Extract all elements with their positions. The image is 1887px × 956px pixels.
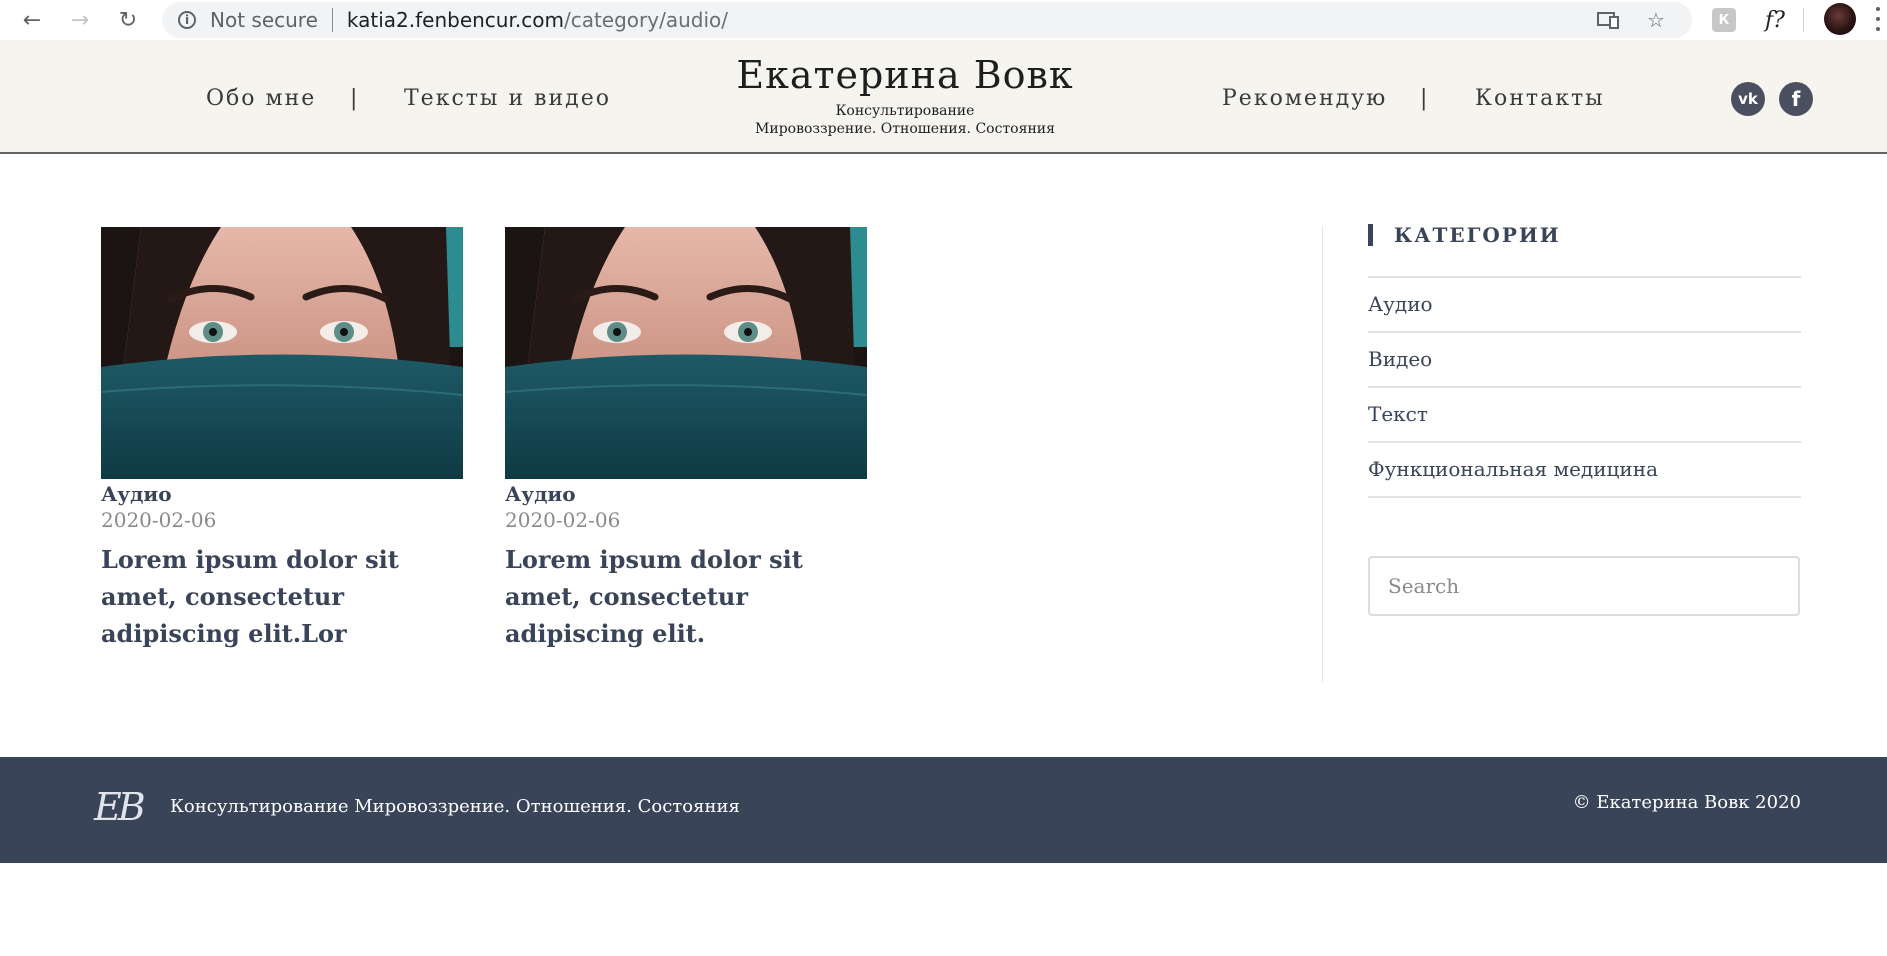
url-host: katia2.fenbencur.com (346, 8, 564, 32)
footer-logo[interactable]: ЕВ (94, 785, 146, 829)
browser-toolbar: ← → ↻ i Not secure katia2.fenbencur.com /… (0, 0, 1887, 41)
nav-separator: | (350, 86, 358, 111)
address-bar[interactable]: i Not secure katia2.fenbencur.com/catego… (162, 2, 1692, 38)
sidebar-divider (1322, 226, 1323, 682)
site-subtitle-line1: Консультирование (835, 103, 975, 119)
forward-arrow-icon[interactable]: → (66, 6, 94, 34)
post-category[interactable]: Аудио (101, 481, 463, 507)
profile-avatar[interactable] (1824, 3, 1856, 35)
nav-link-texts-video[interactable]: Тексты и видео (404, 86, 611, 112)
footer-copyright: © Екатерина Вовк 2020 (1572, 792, 1801, 813)
post-title[interactable]: Lorem ipsum dolor sit amet, consectetur … (101, 541, 463, 652)
post-thumbnail[interactable] (101, 227, 463, 479)
site-footer: ЕВ Консультирование Мировоззрение. Отнош… (0, 757, 1887, 863)
categories-list: Аудио Видео Текст Функциональная медицин… (1368, 276, 1801, 498)
vk-icon[interactable]: vk (1731, 82, 1765, 116)
nav-link-contacts[interactable]: Контакты (1475, 86, 1605, 112)
category-link-video[interactable]: Видео (1368, 333, 1801, 388)
post-date: 2020-02-06 (101, 508, 217, 532)
cast-icon[interactable] (1594, 6, 1622, 34)
post-thumbnail[interactable] (505, 227, 867, 479)
back-arrow-icon[interactable]: ← (18, 6, 46, 34)
nav-link-recommend[interactable]: Рекомендую (1222, 86, 1387, 112)
site-subtitle-line2: Мировоззрение. Отношения. Состояния (755, 121, 1055, 137)
bookmark-star-icon[interactable]: ☆ (1642, 6, 1670, 34)
post-date: 2020-02-06 (505, 508, 621, 532)
category-link-text[interactable]: Текст (1368, 388, 1801, 443)
post-card: Аудио 2020-02-06 Lorem ipsum dolor sit a… (101, 227, 463, 652)
post-card: Аудио 2020-02-06 Lorem ipsum dolor sit a… (505, 227, 867, 652)
url-path: /category/audio/ (563, 8, 728, 32)
extension-k-icon[interactable]: К (1712, 8, 1736, 32)
info-icon[interactable]: i (178, 11, 196, 29)
toolbar-separator (1803, 8, 1804, 32)
site-title[interactable]: Екатерина Вовк (700, 52, 1110, 98)
menu-dots-icon[interactable] (1874, 7, 1882, 31)
address-divider (331, 8, 333, 32)
reload-icon[interactable]: ↻ (114, 6, 142, 34)
categories-widget-title: КАТЕГОРИИ (1368, 224, 1561, 246)
security-label: Not secure (210, 8, 318, 32)
category-link-functional-medicine[interactable]: Функциональная медицина (1368, 443, 1801, 498)
footer-tagline: Консультирование Мировоззрение. Отношени… (170, 796, 740, 817)
post-category[interactable]: Аудио (505, 481, 867, 507)
nav-separator: | (1420, 86, 1428, 111)
nav-link-about[interactable]: Обо мне (206, 86, 316, 112)
category-link-audio[interactable]: Аудио (1368, 278, 1801, 333)
site-header: Обо мне | Тексты и видео Екатерина Вовк … (0, 40, 1887, 154)
search-input[interactable] (1368, 556, 1800, 616)
extension-f-icon[interactable]: f? (1760, 8, 1790, 33)
post-title[interactable]: Lorem ipsum dolor sit amet, consectetur … (505, 541, 867, 652)
facebook-icon[interactable]: f (1779, 82, 1813, 116)
